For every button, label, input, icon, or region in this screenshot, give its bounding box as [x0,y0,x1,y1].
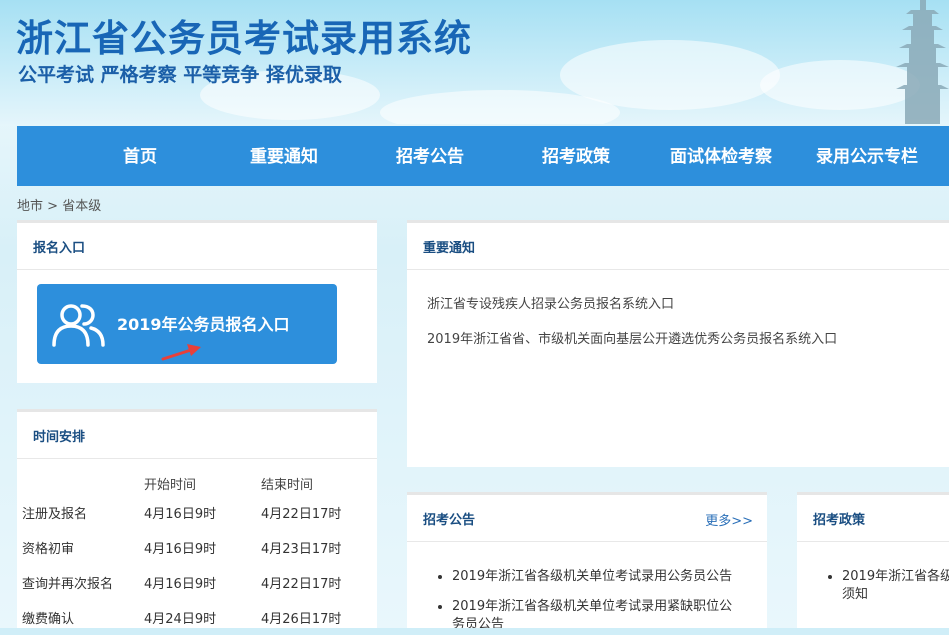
panel-title: 招考公告 [423,513,476,528]
table-cell-start: 4月16日9时 [144,507,217,522]
table-cell-name: 查询并再次报名 [22,577,114,592]
table-cell-name: 资格初审 [22,542,75,557]
registration-button-label: 2019年公务员报名入口 [117,315,290,334]
important-notices-panel: 重要通知 浙江省专设残疾人招录公务员报名系统入口 2019年浙江省省、市级机关面… [407,220,949,467]
nav-hiring-publicity[interactable]: 录用公示专栏 [816,126,918,186]
panel-title: 时间安排 [33,430,86,445]
registration-button[interactable]: 2019年公务员报名入口 [37,284,337,364]
pagoda-image [896,0,949,124]
table-cell-name: 注册及报名 [22,507,88,522]
arrow-icon [161,344,201,361]
more-link[interactable]: 更多>> [705,510,753,529]
table-row: 资格初审 4月16日9时 4月23日17时 [17,530,371,565]
notice-link[interactable]: 浙江省专设残疾人招录公务员报名系统入口 [427,293,674,312]
site-header: 浙江省公务员考试录用系统 公平考试 严格考察 平等竞争 择优录取 [0,0,949,124]
table-cell-start: 4月16日9时 [144,577,217,592]
list-item-continuation[interactable]: 务员公告 [452,616,732,628]
main-nav: 首页 重要通知 招考公告 招考政策 面试体检考察 录用公示专栏 [17,126,949,186]
users-icon [52,304,105,347]
site-slogan: 公平考试 严格考察 平等竞争 择优录取 [18,64,342,86]
schedule-table: 开始时间 结束时间 注册及报名 4月16日9时 4月22日17时 资格初审 4月… [17,471,371,635]
panel-title: 重要通知 [423,241,476,256]
panel-title: 招考政策 [813,513,866,528]
announcement-list: 2019年浙江省各级机关单位考试录用公务员公告 2019年浙江省各级机关单位考试… [407,568,732,628]
announcements-panel: 招考公告 更多>> 2019年浙江省各级机关单位考试录用公务员公告 2019年浙… [407,492,767,628]
table-cell-end: 4月22日17时 [261,507,342,522]
table-cell-end: 4月23日17时 [261,542,342,557]
table-cell-end: 4月26日17时 [261,612,342,627]
table-header-end: 结束时间 [261,477,314,493]
breadcrumb-city[interactable]: 地市 [17,199,43,214]
policy-panel: 招考政策 2019年浙江省各级 须知 [797,492,949,628]
table-header-row: 开始时间 结束时间 [17,471,371,495]
table-header-cell [17,471,144,495]
table-cell-end: 4月22日17时 [261,577,342,592]
registration-panel: 报名入口 2019年公务员报名入口 [17,220,377,383]
breadcrumb: 地市 > 省本级 [17,195,101,214]
list-item[interactable]: 2019年浙江省各级机关单位考试录用紧缺职位公 [452,598,732,616]
panel-title: 报名入口 [33,241,86,256]
panel-header: 招考政策 [797,495,949,542]
table-cell-name: 缴费确认 [22,612,75,627]
panel-header: 重要通知 [407,223,949,270]
panel-header: 招考公告 更多>> [407,495,767,542]
nav-important-notices[interactable]: 重要通知 [250,126,318,186]
panel-header: 报名入口 [17,223,377,270]
list-item[interactable]: 2019年浙江省各级机关单位考试录用公务员公告 [452,568,732,586]
notice-link[interactable]: 2019年浙江省省、市级机关面向基层公开遴选优秀公务员报名系统入口 [427,328,837,347]
nav-recruitment-announcements[interactable]: 招考公告 [396,126,464,186]
table-cell-start: 4月16日9时 [144,542,217,557]
table-header-start: 开始时间 [144,477,197,493]
table-row: 缴费确认 4月24日9时 4月26日17时 [17,600,371,635]
nav-home[interactable]: 首页 [123,126,157,186]
schedule-panel: 时间安排 开始时间 结束时间 注册及报名 4月16日9时 4月22日17时 资格… [17,409,377,628]
breadcrumb-province[interactable]: 省本级 [62,199,101,214]
policy-list: 2019年浙江省各级 须知 [797,568,949,616]
table-row: 查询并再次报名 4月16日9时 4月22日17时 [17,565,371,600]
list-item[interactable]: 2019年浙江省各级 [842,568,949,586]
panel-header: 时间安排 [17,412,377,459]
breadcrumb-separator: > [43,199,63,214]
table-cell-start: 4月24日9时 [144,612,217,627]
nav-recruitment-policy[interactable]: 招考政策 [542,126,610,186]
site-title: 浙江省公务员考试录用系统 [16,17,472,60]
nav-interview-exam[interactable]: 面试体检考察 [670,126,772,186]
list-item-continuation[interactable]: 须知 [842,586,949,604]
table-row: 注册及报名 4月16日9时 4月22日17时 [17,495,371,530]
